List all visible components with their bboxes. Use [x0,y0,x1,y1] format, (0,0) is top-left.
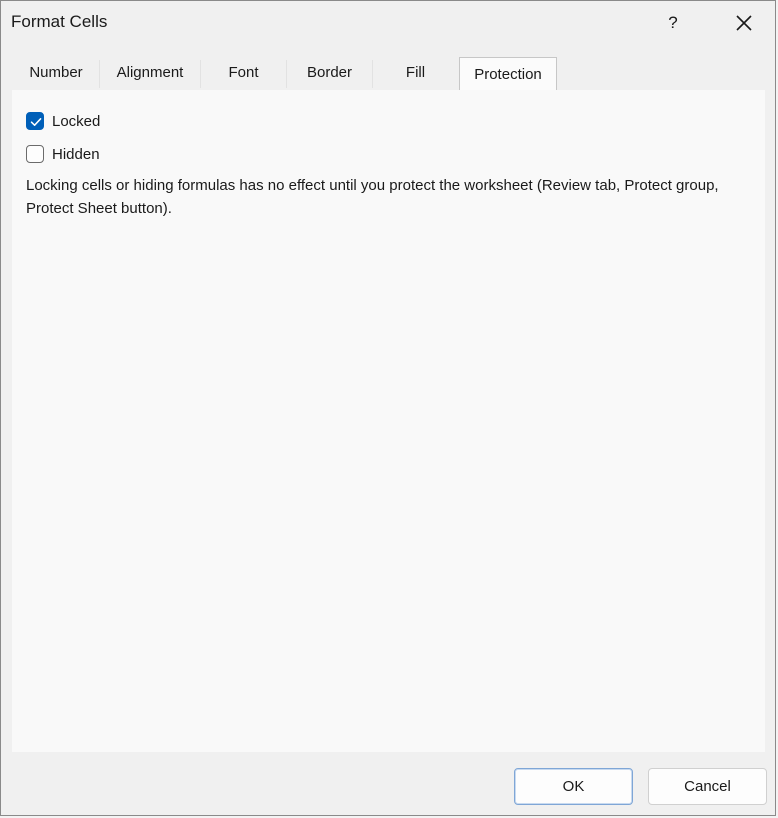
format-cells-dialog: Format Cells ? Number Alignment Font Bor… [0,0,776,816]
dialog-title: Format Cells [11,12,108,31]
help-button[interactable]: ? [651,5,695,41]
locked-label: Locked [52,112,101,130]
locked-option[interactable]: Locked [26,110,100,132]
checkmark-icon [30,118,42,126]
locked-checkbox[interactable] [26,112,44,130]
tab-alignment[interactable]: Alignment [100,56,200,90]
hidden-checkbox[interactable] [26,145,44,163]
tab-fill[interactable]: Fill [373,56,458,90]
cancel-button[interactable]: Cancel [648,768,767,805]
protection-panel: Locked Hidden Locking cells or hiding fo… [12,90,765,752]
close-icon [736,15,752,31]
title-bar: Format Cells ? [1,1,775,45]
tab-strip: Number Alignment Font Border Fill Protec… [13,56,765,91]
tab-protection[interactable]: Protection [459,57,557,91]
tab-border[interactable]: Border [287,56,372,90]
tab-font[interactable]: Font [201,56,286,90]
protection-description: Locking cells or hiding formulas has no … [26,177,719,217]
hidden-option[interactable]: Hidden [26,143,100,165]
hidden-label: Hidden [52,145,100,163]
close-button[interactable] [721,5,767,41]
ok-button[interactable]: OK [514,768,633,805]
tab-number[interactable]: Number [13,56,99,90]
